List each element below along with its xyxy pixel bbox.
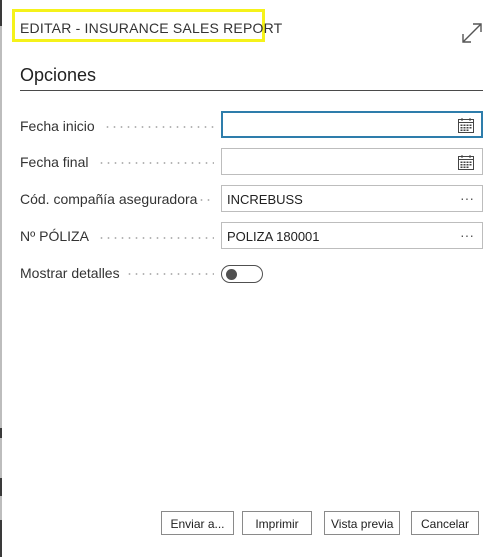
dotted-leader <box>104 126 214 128</box>
cod-compania-value: INCREBUSS <box>227 192 303 207</box>
dotted-leader <box>198 199 214 201</box>
background-edge-segment <box>0 520 2 557</box>
calendar-icon[interactable] <box>458 118 474 133</box>
dotted-leader <box>98 162 214 164</box>
enviar-a-button[interactable]: Enviar a... <box>161 511 234 535</box>
imprimir-button[interactable]: Imprimir <box>242 511 312 535</box>
fecha-inicio-label: Fecha inicio <box>20 118 95 134</box>
background-edge-segment <box>0 478 2 496</box>
fecha-final-label: Fecha final <box>20 154 89 170</box>
num-poliza-label: Nº PÓLIZA <box>20 228 89 244</box>
background-edge-segment <box>0 0 2 26</box>
mostrar-detalles-toggle[interactable] <box>221 265 263 283</box>
cancelar-button[interactable]: Cancelar <box>411 511 479 535</box>
expand-arrows-icon[interactable] <box>459 20 485 46</box>
cod-compania-label: Cód. compañía aseguradora <box>20 191 198 207</box>
section-title: Opciones <box>20 65 97 85</box>
dotted-leader <box>98 237 214 239</box>
mostrar-detalles-label: Mostrar detalles <box>20 265 120 281</box>
num-poliza-input[interactable]: POLIZA 180001 ··· <box>221 222 483 249</box>
num-poliza-value: POLIZA 180001 <box>227 229 320 244</box>
dotted-leader <box>126 273 214 275</box>
cod-compania-input[interactable]: INCREBUSS ··· <box>221 185 483 212</box>
background-window-edge <box>0 0 2 557</box>
section-divider <box>20 90 483 91</box>
lookup-ellipsis-icon[interactable]: ··· <box>458 189 476 207</box>
calendar-icon[interactable] <box>458 155 474 170</box>
dialog-title: EDITAR - INSURANCE SALES REPORT <box>20 20 283 36</box>
vista-previa-button[interactable]: Vista previa <box>324 511 400 535</box>
toggle-knob <box>226 269 237 280</box>
fecha-final-input[interactable] <box>221 148 483 175</box>
fecha-inicio-input[interactable] <box>221 111 483 138</box>
background-edge-segment <box>0 428 2 438</box>
lookup-ellipsis-icon[interactable]: ··· <box>458 226 476 244</box>
